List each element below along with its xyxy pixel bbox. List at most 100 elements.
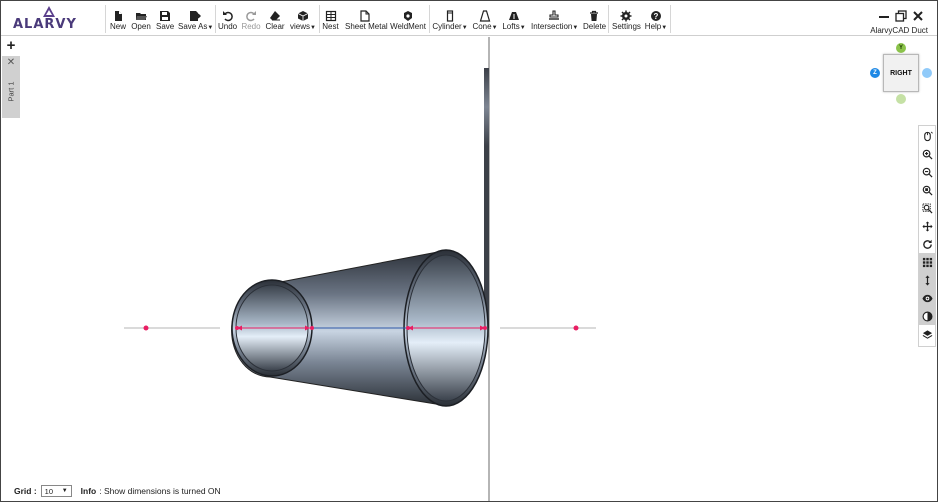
separator xyxy=(215,5,216,33)
main-toolbar: ALARVY New Open Save Save As▼ Undo Redo … xyxy=(1,1,937,36)
dimension-point[interactable] xyxy=(235,326,239,330)
chevron-down-icon: ▼ xyxy=(519,25,526,31)
dimensions-toggle-button[interactable] xyxy=(919,271,936,289)
z-axis-dot[interactable]: Z xyxy=(870,68,880,78)
grid-label: Grid : xyxy=(14,486,37,496)
eraser-icon xyxy=(270,11,280,21)
contrast-icon xyxy=(922,311,933,321)
cylinder-dropdown[interactable]: Cylinder▼ xyxy=(432,10,468,34)
grid-size-value: 10 xyxy=(44,486,54,496)
contrast-toggle-button[interactable] xyxy=(919,307,936,325)
grid-size-select[interactable]: 10 ▼ xyxy=(40,485,72,497)
3d-viewport[interactable] xyxy=(21,37,916,501)
visibility-toggle-button[interactable] xyxy=(919,289,936,307)
mouse-icon xyxy=(924,131,933,141)
dimension-point[interactable] xyxy=(406,326,410,330)
views-dropdown[interactable]: views▼ xyxy=(289,10,317,34)
folder-open-icon xyxy=(136,13,147,20)
view-cube[interactable]: RIGHT xyxy=(883,54,919,92)
info-message: : Show dimensions is turned ON xyxy=(99,486,221,496)
chevron-down-icon: ▼ xyxy=(207,25,214,31)
zoom-window-icon xyxy=(922,202,933,214)
help-dropdown[interactable]: ? Help▼ xyxy=(644,10,668,34)
scene-canvas[interactable] xyxy=(21,37,916,501)
chevron-down-icon: ▼ xyxy=(310,25,316,31)
lofts-dropdown[interactable]: Lofts▼ xyxy=(502,10,526,34)
brand-text: ALARVY xyxy=(13,17,77,32)
redo-button[interactable]: Redo xyxy=(241,10,261,34)
zoom-fit-icon xyxy=(922,185,933,196)
separator xyxy=(105,5,106,33)
close-window-button[interactable] xyxy=(912,10,924,22)
chevron-down-icon: ▼ xyxy=(461,25,468,31)
dimension-point-right[interactable] xyxy=(573,325,579,331)
chevron-down-icon: ▼ xyxy=(61,488,68,494)
cone-dropdown[interactable]: Cone▼ xyxy=(472,10,498,34)
minimize-icon xyxy=(879,16,889,18)
mouse-mode-button[interactable] xyxy=(919,127,936,145)
app-name: AlarvyCAD Duct xyxy=(870,26,928,35)
pan-arrows-icon xyxy=(922,220,933,232)
cube-icon xyxy=(297,11,309,21)
part-tab-label: Part 1 xyxy=(6,81,16,102)
dimension-point-left[interactable] xyxy=(143,325,149,331)
back-plate xyxy=(484,68,489,328)
layers-icon xyxy=(922,329,933,339)
intersection-icon xyxy=(549,10,559,20)
zoom-fit-button[interactable] xyxy=(919,181,936,199)
settings-button[interactable]: Settings xyxy=(612,10,641,34)
sheet-metal-button[interactable]: Sheet Metal xyxy=(345,10,388,34)
pan-button[interactable] xyxy=(919,217,936,235)
add-part-tab-button[interactable]: + xyxy=(2,38,20,54)
cone-icon xyxy=(479,10,491,22)
chevron-down-icon: ▼ xyxy=(661,25,668,31)
svg-text:?: ? xyxy=(654,12,659,21)
help-icon: ? xyxy=(651,11,661,21)
zoom-in-button[interactable] xyxy=(919,145,936,163)
cylinder-icon xyxy=(446,10,454,22)
nest-button[interactable]: Nest xyxy=(322,10,339,34)
restore-button[interactable] xyxy=(895,10,907,22)
separator xyxy=(429,5,430,33)
weldment-button[interactable]: WeldMent xyxy=(390,10,426,34)
minimize-button[interactable] xyxy=(878,10,890,22)
zoom-window-button[interactable] xyxy=(919,199,936,217)
new-button[interactable]: New xyxy=(110,10,126,34)
clear-button[interactable]: Clear xyxy=(265,10,285,34)
close-icon xyxy=(913,11,923,21)
intersection-dropdown[interactable]: Intersection▼ xyxy=(531,10,579,34)
loft-icon xyxy=(509,12,519,20)
zoom-in-icon xyxy=(922,149,933,160)
vertical-dimension-icon xyxy=(925,274,930,286)
trash-icon xyxy=(590,10,598,21)
weldment-icon xyxy=(404,11,412,21)
chevron-down-icon: ▼ xyxy=(572,25,579,31)
dimension-point[interactable] xyxy=(310,326,314,330)
save-disk-icon xyxy=(160,11,170,21)
redo-icon xyxy=(246,11,256,22)
close-tab-icon[interactable]: ✕ xyxy=(2,57,20,68)
neg-y-axis-dot[interactable] xyxy=(896,94,906,104)
layers-button[interactable] xyxy=(919,325,936,343)
zoom-out-icon xyxy=(922,167,933,178)
gear-icon xyxy=(620,10,631,22)
chevron-down-icon: ▼ xyxy=(491,25,498,31)
save-as-dropdown[interactable]: Save As▼ xyxy=(178,10,214,34)
part-tab[interactable]: ✕ Part 1 xyxy=(2,56,20,118)
grid-toggle-button[interactable] xyxy=(919,253,936,271)
alarvy-logo: ALARVY xyxy=(9,5,101,33)
save-button[interactable]: Save xyxy=(156,10,174,34)
status-bar: Grid : 10 ▼ Info : Show dimensions is tu… xyxy=(14,484,221,498)
restore-window-icon xyxy=(895,10,907,22)
open-button[interactable]: Open xyxy=(131,10,151,34)
dimension-point[interactable] xyxy=(483,326,487,330)
x-axis-dot[interactable] xyxy=(922,68,932,78)
nest-grid-icon xyxy=(325,10,336,22)
zoom-out-button[interactable] xyxy=(919,163,936,181)
info-label: Info xyxy=(80,486,97,496)
separator xyxy=(608,5,609,33)
undo-button[interactable]: Undo xyxy=(218,10,237,34)
y-axis-dot[interactable]: Y xyxy=(896,43,906,53)
rotate-button[interactable] xyxy=(919,235,936,253)
delete-button[interactable]: Delete xyxy=(583,10,606,34)
